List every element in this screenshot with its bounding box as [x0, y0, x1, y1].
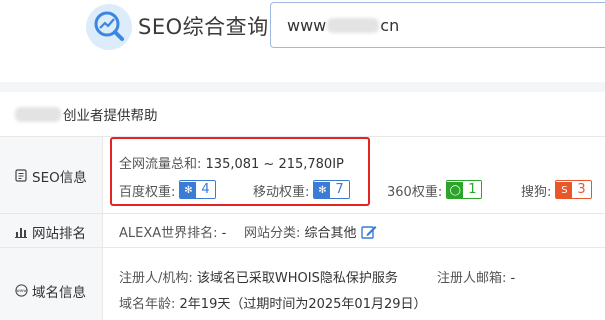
registrant-email: 注册人邮箱: -: [437, 271, 516, 286]
section-divider: [0, 82, 605, 92]
domain-age: 域名年龄: 2年19天（过期时间为2025年01月29日）: [119, 297, 427, 312]
so360-weight-badge[interactable]: ◯ 1: [446, 180, 483, 199]
ranking-row: 网站排名 ALEXA世界排名: - 网站分类: 综合其他: [0, 213, 605, 248]
site-category: 网站分类: 综合其他: [244, 222, 377, 244]
ranking-label: 网站排名: [14, 222, 86, 242]
app-title: SEO综合查询: [138, 15, 269, 39]
bar-chart-icon: [14, 226, 28, 241]
alexa-rank-value: -: [221, 226, 227, 241]
registrant-email-value: -: [510, 271, 516, 286]
search-input-value: www cn: [287, 16, 400, 35]
redacted-text: [327, 18, 380, 33]
site-category-value: 综合其他: [304, 226, 357, 241]
seo-info-label: SEO信息: [14, 166, 87, 186]
so360-icon: ◯: [447, 182, 464, 198]
seo-info-label-cell: SEO信息: [0, 137, 103, 214]
logo[interactable]: [86, 4, 132, 50]
domain-label: www 域名信息: [14, 284, 86, 301]
ranking-label-cell: 网站排名: [0, 214, 103, 248]
trend-magnifier-icon: [94, 11, 124, 41]
www-globe-icon: www: [14, 284, 28, 300]
domain-age-value: 2年19天（过期时间为2025年01月29日）: [179, 297, 427, 312]
so360-weight: 360权重: ◯ 1: [387, 180, 483, 200]
edit-icon[interactable]: [360, 224, 377, 244]
redacted-text: [15, 107, 61, 122]
domain-info-row: www 域名信息 注册人/机构: 该域名已采取WHOIS隐私保护服务 注册人邮箱…: [0, 247, 605, 320]
site-title: 创业者提供帮助: [14, 104, 158, 124]
registrant-value: 该域名已采取WHOIS隐私保护服务: [196, 271, 398, 286]
sogou-weight: 搜狗: S 3: [521, 180, 592, 200]
sogou-icon: S: [556, 182, 573, 198]
sogou-weight-badge[interactable]: S3: [555, 180, 592, 199]
svg-text:www: www: [16, 288, 27, 293]
highlight-annotation: [110, 137, 370, 206]
search-input[interactable]: www cn: [270, 2, 605, 48]
alexa-rank: ALEXA世界排名: -: [119, 226, 227, 241]
header: SEO综合查询 www cn: [0, 0, 605, 82]
domain-label-cell: www 域名信息: [0, 248, 103, 320]
document-icon: [14, 169, 28, 185]
registrant: 注册人/机构: 该域名已采取WHOIS隐私保护服务: [119, 271, 398, 286]
